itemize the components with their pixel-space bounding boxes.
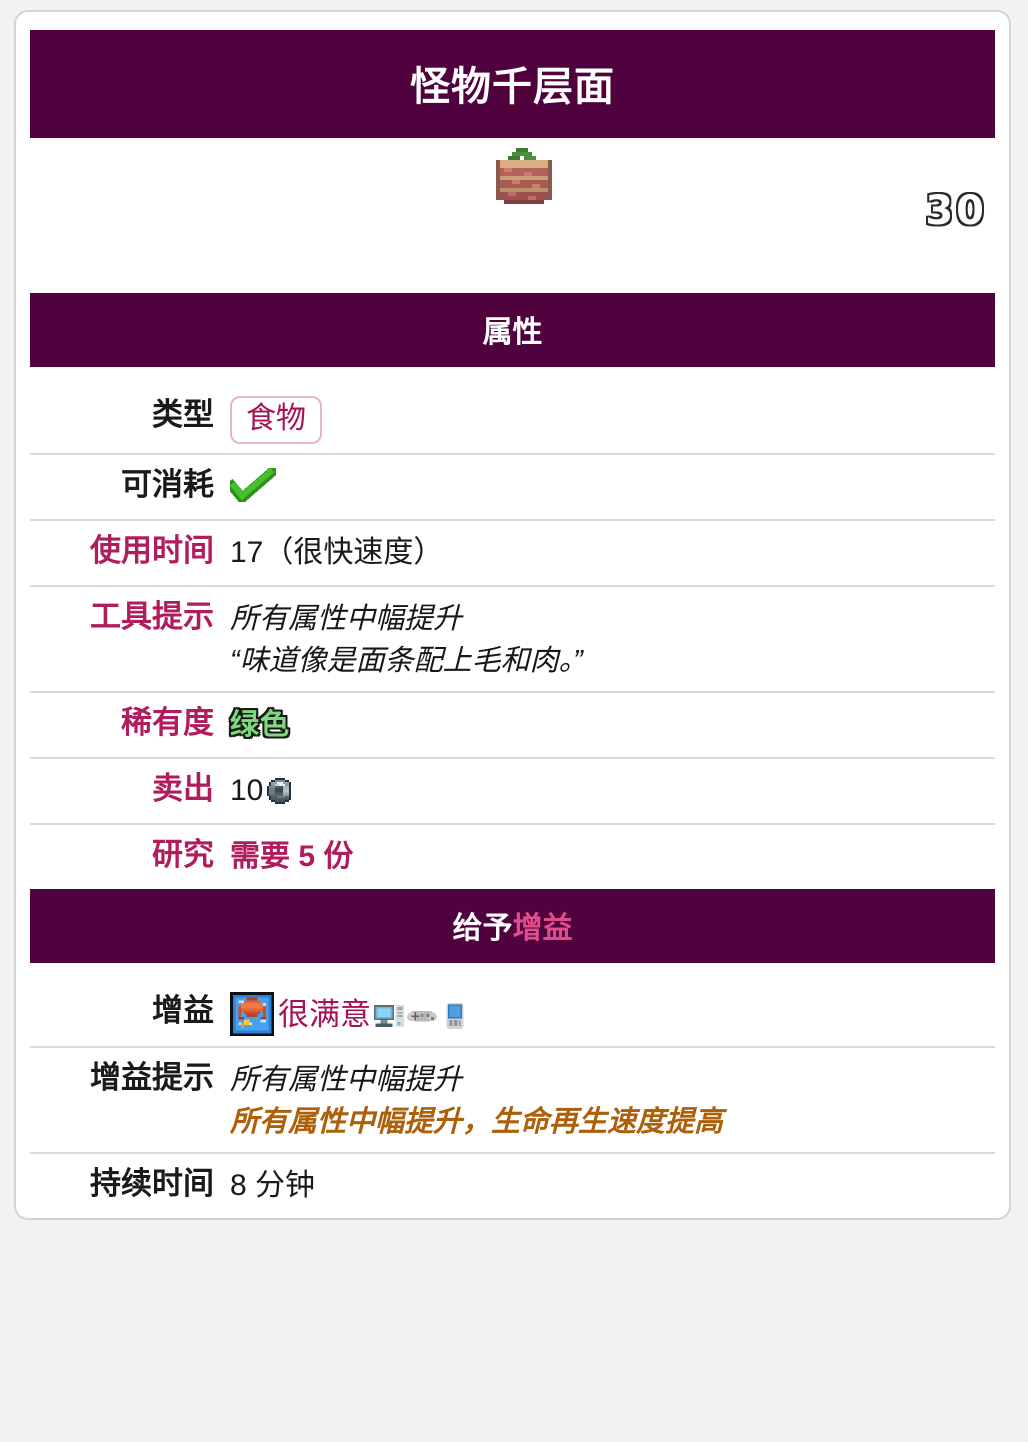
mobile-icon[interactable] [440, 1003, 470, 1030]
buff-tooltip-line-1: 所有属性中幅提升 [230, 1064, 463, 1097]
row-label-duration: 持续时间 [90, 1166, 214, 1202]
tooltip-line-2: “味道像是面条配上毛和肉。” [230, 645, 583, 678]
row-value-use-time: 17（很快速度） [230, 536, 444, 569]
row-label-tooltip[interactable]: 工具提示 [30, 596, 230, 638]
row-label-consumable: 可消耗 [121, 467, 214, 502]
section-header-statistics-text: 属性 [482, 316, 543, 349]
section-header-grants-text: 给予 [452, 912, 513, 946]
item-infobox: 怪物千层面 30 属性 类型 食物 可消耗 使用时间 17（很快速度） 工具提示… [14, 10, 1011, 1221]
buff-tooltip-line-2: 所有属性中幅提升，生命再生速度提高 [230, 1106, 724, 1139]
row-label-type: 类型 [152, 397, 214, 432]
row-value-rarity: 绿色 [230, 702, 995, 746]
row-value-sell: 10 [230, 768, 995, 812]
console-icon[interactable] [407, 1003, 437, 1029]
well-fed-buff-icon[interactable] [230, 992, 274, 1037]
stack-count: 30 [925, 188, 987, 234]
tooltip-line-1: 所有属性中幅提升 [230, 603, 463, 635]
buff-name[interactable]: 很满意 [278, 997, 371, 1032]
row-value-tooltip: 所有属性中幅提升 “味道像是面条配上毛和肉。” [230, 596, 995, 682]
row-label-use-time[interactable]: 使用时间 [30, 530, 230, 572]
row-value-consumable [230, 464, 995, 508]
item-image-area: 30 [16, 138, 1009, 293]
row-value-buff: 很满意 [230, 990, 995, 1037]
silver-coin-icon [267, 778, 292, 805]
row-use-time: 使用时间 17（很快速度） [30, 519, 995, 585]
monster-lasagna-sprite [496, 148, 552, 204]
row-label-buff: 增益 [152, 993, 214, 1029]
row-label-rarity[interactable]: 稀有度 [30, 702, 230, 744]
green-check-icon [230, 468, 276, 502]
rarity-badge[interactable]: 绿色 [230, 704, 290, 745]
desktop-icon[interactable] [374, 1003, 404, 1029]
row-buff: 增益 很满意 [30, 981, 995, 1046]
row-tooltip: 工具提示 所有属性中幅提升 “味道像是面条配上毛和肉。” [30, 585, 995, 691]
sell-amount: 10 [230, 774, 264, 808]
row-label-sell[interactable]: 卖出 [30, 768, 230, 810]
grants-buff-rows: 增益 很满意 增益提示 所有属性中幅提升 所有属性中幅提升，生命再生速度提高 持… [30, 963, 995, 1218]
row-value-research: 需要 5 份 [230, 834, 995, 878]
row-research: 研究 需要 5 份 [30, 823, 995, 889]
row-value-type: 食物 [230, 394, 995, 444]
row-value-duration: 8 分钟 [230, 1169, 316, 1203]
section-header-buff-link[interactable]: 增益 [513, 912, 573, 945]
infobox-title: 怪物千层面 [30, 30, 995, 138]
row-duration: 持续时间 8 分钟 [30, 1152, 995, 1218]
type-badge[interactable]: 食物 [230, 396, 322, 444]
row-sell: 卖出 10 [30, 757, 995, 823]
row-label-buff-tooltip: 增益提示 [90, 1060, 214, 1096]
research-amount: 需要 5 份 [230, 840, 354, 874]
row-rarity: 稀有度 绿色 [30, 691, 995, 757]
section-header-grants-buff: 给予增益 [30, 889, 995, 964]
row-buff-tooltip: 增益提示 所有属性中幅提升 所有属性中幅提升，生命再生速度提高 [30, 1046, 995, 1152]
row-value-buff-tooltip: 所有属性中幅提升 所有属性中幅提升，生命再生速度提高 [230, 1057, 995, 1143]
row-type: 类型 食物 [30, 385, 995, 453]
statistics-rows: 类型 食物 可消耗 使用时间 17（很快速度） 工具提示 所有属性中幅提升 “味… [30, 367, 995, 889]
section-header-statistics: 属性 [30, 293, 995, 367]
row-consumable: 可消耗 [30, 453, 995, 519]
row-label-research[interactable]: 研究 [30, 834, 230, 876]
